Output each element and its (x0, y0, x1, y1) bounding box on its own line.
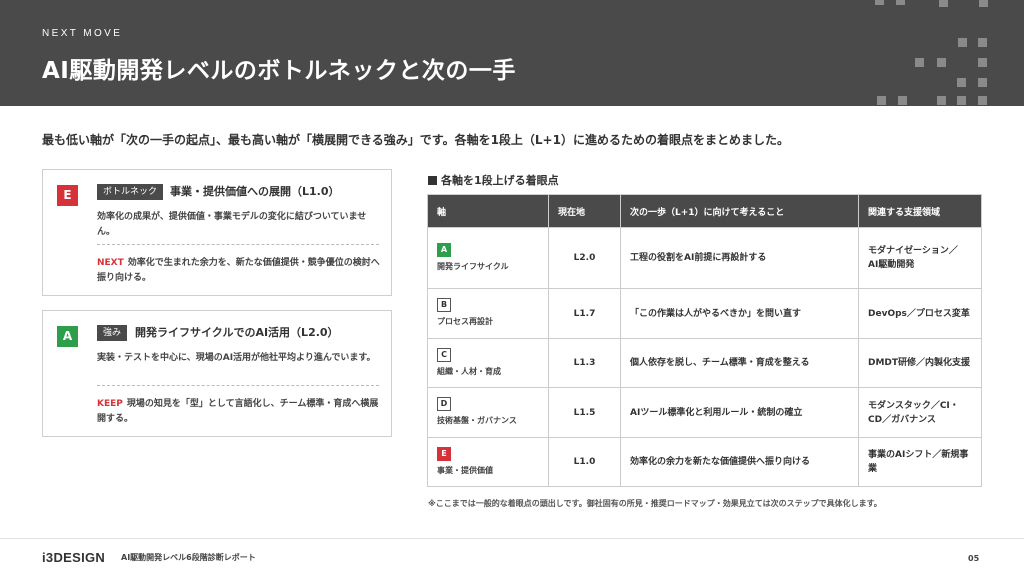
card-divider (97, 385, 379, 386)
header-band: NEXT MOVE AI駆動開発レベルのボトルネックと次の一手 (0, 0, 1024, 106)
square-bullet-icon (428, 176, 437, 185)
current-level: L1.0 (548, 437, 621, 487)
table-row: B プロセス再設計 L1.7 「この作業は人がやるべきか」を問い直す DevOps… (427, 288, 982, 339)
support-area: 事業のAIシフト／新規事業 (858, 437, 982, 487)
table-header-row: 軸 現在地 次の一歩（L+1）に向けて考えること 関連する支援領域 (427, 194, 982, 228)
action-text: 効率化で生まれた余力を、新たな価値提供・競争優位の検討へ振り向ける。 (97, 258, 380, 283)
current-level: L1.5 (548, 387, 621, 438)
axis-table: 軸 現在地 次の一歩（L+1）に向けて考えること 関連する支援領域 A 開発ライフ… (427, 194, 982, 487)
current-level: L1.3 (548, 338, 621, 388)
col-header-current: 現在地 (548, 194, 621, 228)
action-label: NEXT (97, 258, 124, 268)
card-description: 実装・テストを中心に、現場のAI活用が他社平均より進んでいます。 (97, 353, 376, 363)
axis-badge: D (437, 397, 451, 411)
bottleneck-tag: ボトルネック (97, 184, 164, 200)
axis-badge: E (437, 446, 451, 461)
support-area: モダンスタック／CI・CD／ガバナンス (858, 387, 982, 438)
axis-badge: B (437, 298, 451, 312)
next-step: 「この作業は人がやるべきか」を問い直す (620, 288, 859, 339)
axis-badge: C (437, 347, 451, 362)
eyebrow: NEXT MOVE (42, 28, 123, 39)
card-title: 事業・提供価値への展開（L1.0） (170, 185, 340, 198)
axis-badge: A (437, 242, 451, 257)
next-step: 工程の役割をAI前提に再設計する (620, 227, 859, 289)
axis-name: 事業・提供価値 (437, 465, 493, 475)
support-area: DMDT研修／内製化支援 (858, 338, 982, 388)
section-title: 各軸を1段上げる着眼点 (428, 172, 559, 188)
axis-name: プロセス再設計 (437, 317, 493, 326)
strength-tag: 強み (97, 325, 128, 341)
next-step: 個人依存を脱し、チーム標準・育成を整える (620, 338, 859, 388)
company-logo: i3DESIGN (42, 550, 106, 565)
footnote: ※ここまでは一般的な着眼点の頭出しです。御社固有の所見・推奨ロードマップ・効果見… (428, 499, 882, 508)
next-step: AIツール標準化と利用ルール・統制の確立 (620, 387, 859, 438)
next-step: 効率化の余力を新たな価値提供へ振り向ける (620, 437, 859, 487)
table-row: C 組織・人材・育成 L1.3 個人依存を脱し、チーム標準・育成を整える DMDT… (427, 338, 982, 388)
report-name: AI駆動開発レベル6段階診断レポート (121, 553, 256, 562)
lead-text: 最も低い軸が「次の一手の起点」、最も高い軸が「横展開できる強み」です。各軸を1段… (42, 133, 789, 147)
page-title: AI駆動開発レベルのボトルネックと次の一手 (42, 58, 516, 84)
card-description: 効率化の成果が、提供価値・事業モデルの変化に結びついていません。 (97, 212, 367, 237)
card-divider (97, 244, 379, 245)
card-title: 開発ライフサイクルでのAI活用（L2.0） (135, 326, 339, 339)
strength-card: A 強み 開発ライフサイクルでのAI活用（L2.0） 実装・テストを中心に、現場… (42, 310, 392, 437)
table-row: D 技術基盤・ガバナンス L1.5 AIツール標準化と利用ルール・統制の確立 モダ… (427, 387, 982, 438)
axis-name: 組織・人材・育成 (437, 366, 501, 376)
current-level: L2.0 (548, 227, 621, 289)
action-text: 現場の知見を「型」として言語化し、チーム標準・育成へ横展開する。 (97, 399, 379, 424)
card-action: KEEP 現場の知見を「型」として言語化し、チーム標準・育成へ横展開する。 (97, 397, 383, 427)
support-area: モダナイゼーション／AI駆動開発 (858, 227, 982, 289)
col-header-support: 関連する支援領域 (858, 194, 982, 228)
col-header-axis: 軸 (427, 194, 549, 228)
table-row: E 事業・提供価値 L1.0 効率化の余力を新たな価値提供へ振り向ける 事業のAI… (427, 437, 982, 487)
current-level: L1.7 (548, 288, 621, 339)
support-area: DevOps／プロセス変革 (858, 288, 982, 339)
axis-name: 技術基盤・ガバナンス (437, 416, 517, 425)
bottleneck-card: E ボトルネック 事業・提供価値への展開（L1.0） 効率化の成果が、提供価値・… (42, 169, 392, 296)
card-action: NEXT 効率化で生まれた余力を、新たな価値提供・競争優位の検討へ振り向ける。 (97, 256, 383, 286)
action-label: KEEP (97, 399, 123, 409)
col-header-next: 次の一歩（L+1）に向けて考えること (620, 194, 859, 228)
table-row: A 開発ライフサイクル L2.0 工程の役割をAI前提に再設計する モダナイゼーシ… (427, 227, 982, 289)
page-number: 05 (968, 554, 980, 563)
axis-name: 開発ライフサイクル (437, 261, 509, 271)
axis-badge-e: E (57, 185, 78, 206)
axis-badge-a: A (57, 326, 78, 347)
footer-divider (0, 538, 1024, 539)
